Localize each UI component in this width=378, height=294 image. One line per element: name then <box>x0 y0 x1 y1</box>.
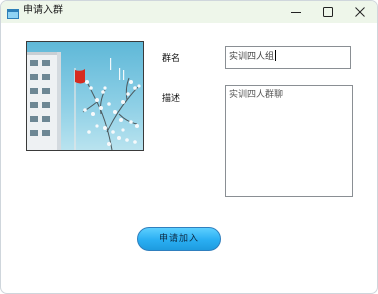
description-label: 描述 <box>162 94 181 104</box>
description-textarea[interactable]: 实训四人群聊 <box>225 85 353 197</box>
title-bar: 申请入群 <box>1 1 377 23</box>
window-title: 申请入群 <box>23 5 63 16</box>
minimize-icon <box>291 12 301 13</box>
group-name-label: 群名 <box>162 54 181 64</box>
group-name-field[interactable]: 实训四人组 <box>225 46 351 69</box>
close-icon <box>355 7 365 17</box>
apply-join-button[interactable]: 申请加入 <box>137 227 221 251</box>
maximize-button[interactable] <box>312 1 344 23</box>
group-avatar-photo <box>26 41 144 151</box>
apply-join-group-window: 申请入群 群名 实训四人组 描述 实训四人群聊 申请加入 <box>0 0 378 294</box>
close-button[interactable] <box>344 1 376 23</box>
text-caret <box>275 50 277 61</box>
maximize-icon <box>323 7 333 17</box>
app-window-icon <box>7 5 19 19</box>
group-name-value: 实训四人组 <box>229 52 275 62</box>
minimize-button[interactable] <box>280 1 312 23</box>
description-value: 实训四人群聊 <box>229 90 284 100</box>
